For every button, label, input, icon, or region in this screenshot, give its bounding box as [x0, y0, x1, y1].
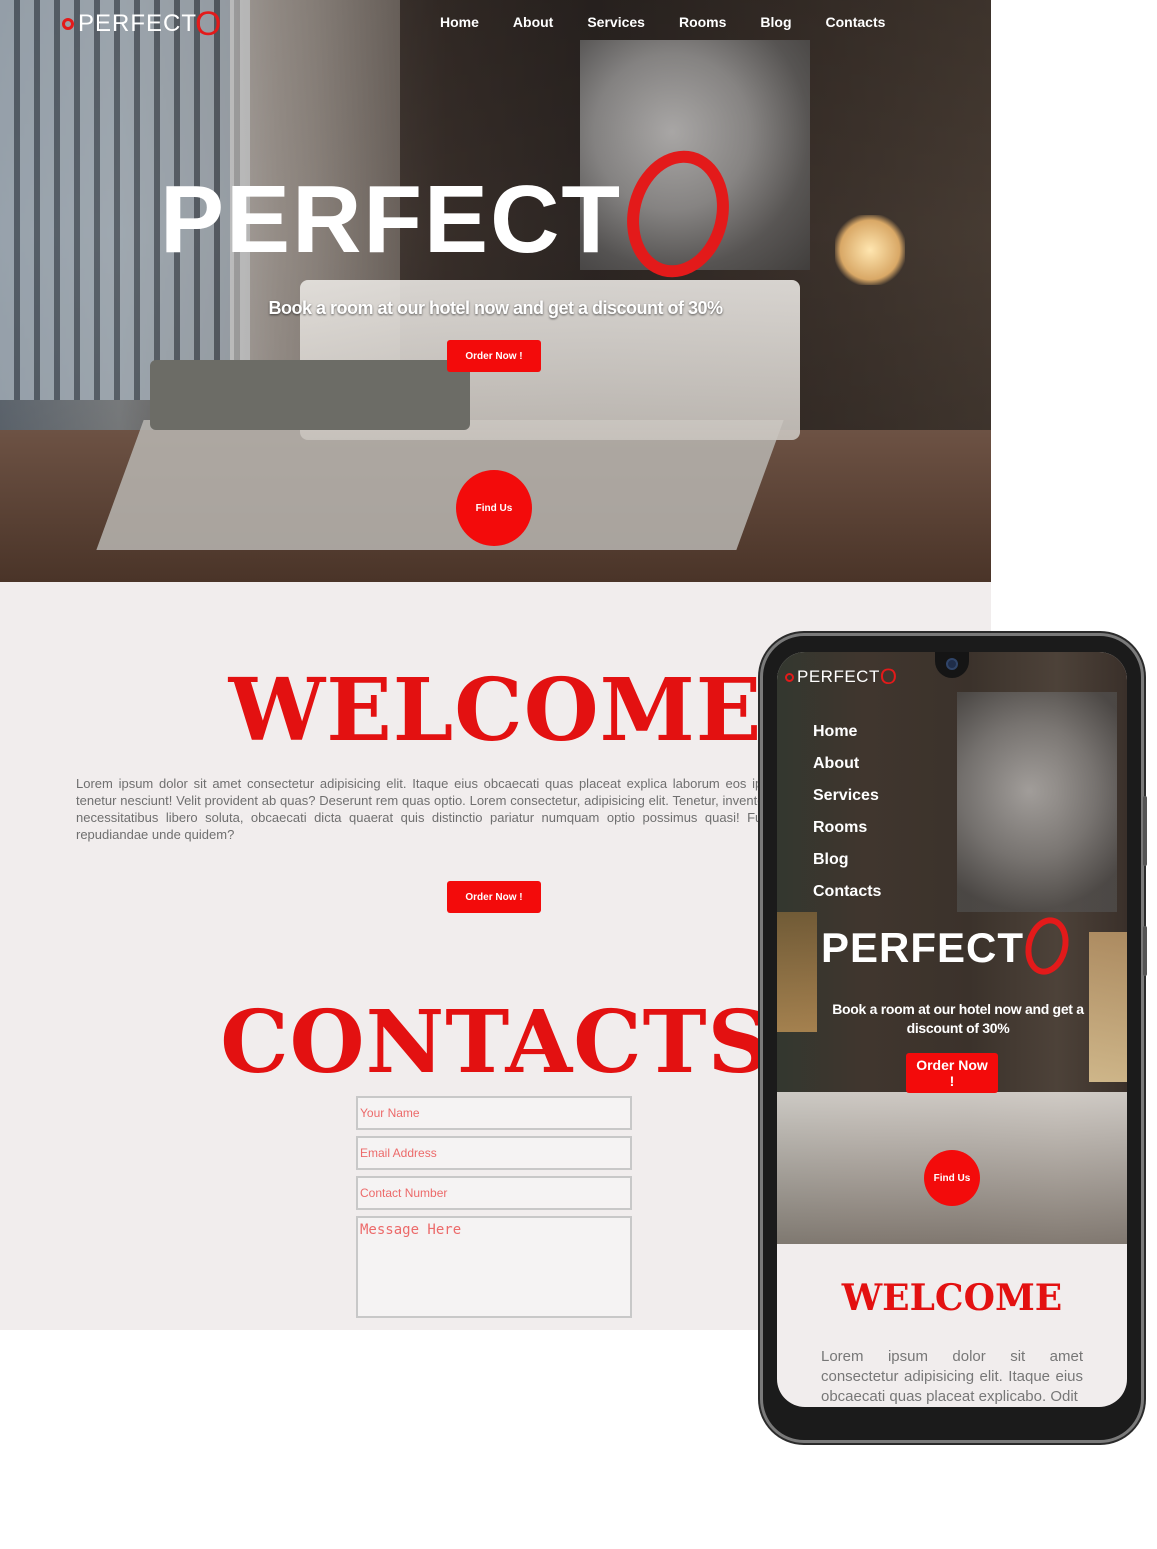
phone-screen: PERFECT O Home About Services Rooms Blog … — [777, 652, 1127, 1407]
logo-o-icon: O — [195, 5, 223, 43]
phone-volume-button — [1143, 796, 1147, 866]
message-field[interactable] — [356, 1216, 632, 1318]
mobile-nav: Home About Services Rooms Blog Contacts — [813, 716, 881, 908]
mobile-welcome-heading: WELCOME — [841, 1277, 1063, 1319]
mobile-logo-o-icon: O — [879, 664, 898, 689]
camera-icon — [946, 658, 958, 670]
main-nav: Home About Services Rooms Blog Contacts — [440, 14, 919, 30]
phone-power-button — [1143, 926, 1147, 976]
hero-subtitle: Book a room at our hotel now and get a d… — [268, 298, 723, 318]
nav-about[interactable]: About — [513, 14, 553, 30]
nav-blog[interactable]: Blog — [760, 14, 791, 30]
mobile-order-button[interactable]: Order Now ! — [906, 1053, 998, 1093]
phone-mockup: PERFECT O Home About Services Rooms Blog … — [760, 633, 1147, 1443]
nav-services[interactable]: Services — [587, 14, 645, 30]
hero-lamp-decor — [835, 215, 905, 285]
nav-rooms[interactable]: Rooms — [679, 14, 726, 30]
hero-bench-decor — [150, 360, 470, 430]
welcome-order-button[interactable]: Order Now ! — [447, 881, 541, 913]
mobile-hero-subtitle: Book a room at our hotel now and get a d… — [832, 1001, 1084, 1036]
mobile-nav-contacts[interactable]: Contacts — [813, 876, 881, 908]
mobile-hero-section: PERFECT O Home About Services Rooms Blog … — [777, 652, 1127, 1244]
mobile-nav-rooms[interactable]: Rooms — [813, 812, 881, 844]
mobile-painting-decor — [957, 692, 1117, 912]
hero-find-us-button[interactable]: Find Us — [456, 470, 532, 546]
mobile-logo-text: PERFECT — [797, 667, 880, 686]
mobile-lamp-left-decor — [777, 912, 817, 1032]
mobile-hero-title: PERFECT — [821, 912, 1075, 980]
contact-number-field[interactable] — [356, 1176, 632, 1210]
hero-title-o-icon — [614, 139, 743, 289]
mobile-welcome-text: Lorem ipsum dolor sit amet consectetur a… — [821, 1348, 1083, 1405]
mobile-nav-services[interactable]: Services — [813, 780, 881, 812]
mobile-hero-title-text: PERFECT — [821, 924, 1025, 971]
logo-text: PERFECT — [78, 10, 198, 37]
contact-form — [356, 1096, 632, 1324]
name-field[interactable] — [356, 1096, 632, 1130]
logo-ring-icon — [62, 18, 74, 30]
mobile-find-us-button[interactable]: Find Us — [924, 1150, 980, 1206]
email-field[interactable] — [356, 1136, 632, 1170]
hero-title: PERFECT — [160, 139, 743, 289]
welcome-text: Lorem ipsum dolor sit amet consectetur a… — [76, 776, 776, 842]
mobile-hero-title-o-icon — [1019, 912, 1075, 980]
hero-section: PERFECT O Home About Services Rooms Blog … — [0, 0, 991, 582]
mobile-nav-blog[interactable]: Blog — [813, 844, 881, 876]
hero-title-text: PERFECT — [160, 166, 623, 273]
mobile-nav-home[interactable]: Home — [813, 716, 881, 748]
mobile-logo[interactable]: PERFECT O — [785, 664, 897, 690]
hero-order-button[interactable]: Order Now ! — [447, 340, 541, 372]
mobile-nav-about[interactable]: About — [813, 748, 881, 780]
site-logo[interactable]: PERFECT O — [62, 5, 223, 43]
nav-contacts[interactable]: Contacts — [826, 14, 886, 30]
mobile-logo-ring-icon — [785, 672, 794, 682]
nav-home[interactable]: Home — [440, 14, 479, 30]
